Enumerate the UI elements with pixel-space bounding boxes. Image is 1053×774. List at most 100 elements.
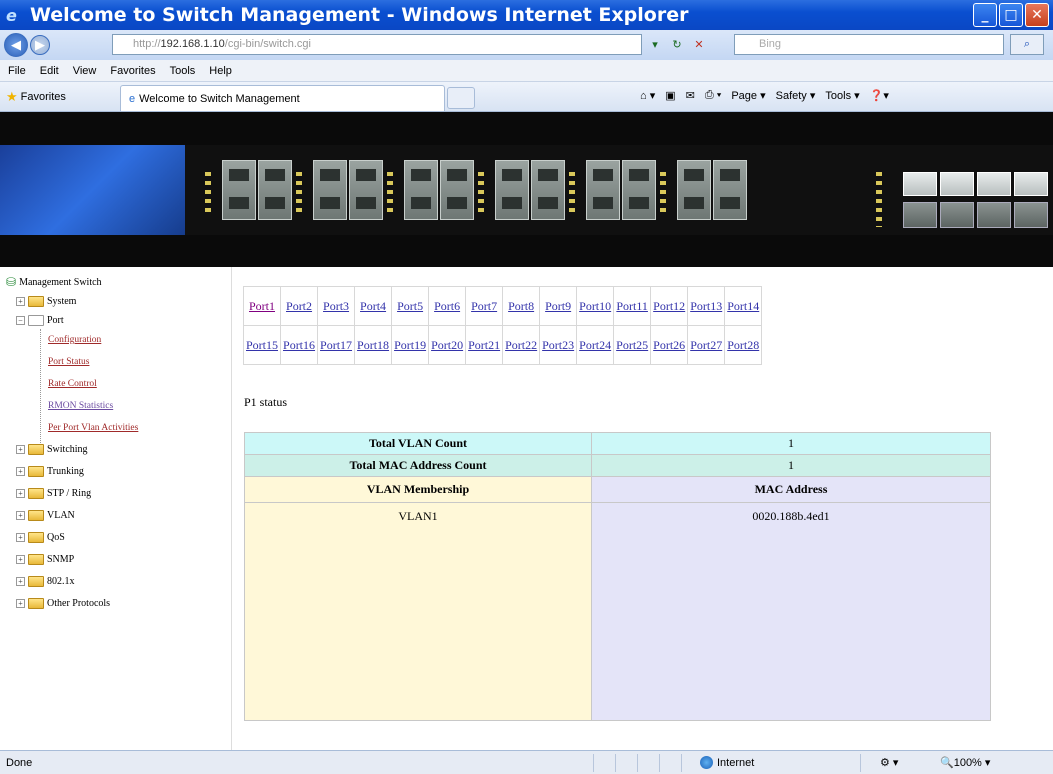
mail-icon[interactable]: ✉ — [686, 89, 695, 102]
port-link-port24[interactable]: Port24 — [579, 338, 611, 352]
port-link-port20[interactable]: Port20 — [431, 338, 463, 352]
port-link-port21[interactable]: Port21 — [468, 338, 500, 352]
maximize-button[interactable]: □ — [999, 3, 1023, 27]
new-tab-button[interactable] — [447, 87, 475, 109]
port-link-port15[interactable]: Port15 — [246, 338, 278, 352]
favorites-button[interactable]: ★ Favorites — [6, 89, 66, 105]
tree-item-other-protocols[interactable]: + Other Protocols — [16, 598, 110, 609]
port-link-port6[interactable]: Port6 — [434, 299, 460, 313]
page-menu[interactable]: Page ▾ — [731, 89, 765, 102]
minimize-button[interactable]: _ — [973, 3, 997, 27]
port-link-port26[interactable]: Port26 — [653, 338, 685, 352]
port-link-port1[interactable]: Port1 — [249, 299, 275, 313]
forward-button[interactable]: ▶ — [30, 35, 50, 55]
tree-item-vlan[interactable]: + VLAN — [16, 510, 75, 521]
port-cell: Port6 — [428, 286, 467, 326]
print-icon[interactable]: ⎙ ▾ — [705, 89, 721, 102]
port-cell: Port19 — [391, 325, 430, 365]
port-cell: Port24 — [576, 325, 615, 365]
port-link-port17[interactable]: Port17 — [320, 338, 352, 352]
folder-icon — [28, 576, 44, 587]
close-button[interactable]: ✕ — [1025, 3, 1049, 27]
tree-link-configuration[interactable]: Configuration — [48, 335, 101, 345]
safety-menu[interactable]: Safety ▾ — [776, 89, 816, 102]
port-cell: Port4 — [354, 286, 393, 326]
menu-file[interactable]: File — [8, 65, 26, 77]
status-bar: Done Internet ⚙ ▾ 🔍100% ▾ — [0, 750, 1053, 774]
port-link-port9[interactable]: Port9 — [545, 299, 571, 313]
port-link-port2[interactable]: Port2 — [286, 299, 312, 313]
port-link-port4[interactable]: Port4 — [360, 299, 386, 313]
port-link-port28[interactable]: Port28 — [727, 338, 759, 352]
tree-link-per-port-vlan[interactable]: Per Port Vlan Activities — [48, 423, 138, 433]
port-link-port23[interactable]: Port23 — [542, 338, 574, 352]
port-link-port22[interactable]: Port22 — [505, 338, 537, 352]
ie-window: e Welcome to Switch Management - Windows… — [0, 0, 1053, 774]
port-cell: Port5 — [391, 286, 430, 326]
port-link-port12[interactable]: Port12 — [653, 299, 685, 313]
search-input[interactable]: Bing — [734, 34, 1004, 55]
port-cell: Port10 — [576, 286, 615, 326]
port-link-port14[interactable]: Port14 — [727, 299, 759, 313]
port-link-port19[interactable]: Port19 — [394, 338, 426, 352]
feeds-icon[interactable]: ▣ — [665, 89, 675, 102]
back-button[interactable]: ◀ — [4, 33, 28, 57]
port-group-2 — [313, 160, 383, 220]
management-tree: ⛁ Management Switch + System − Port Configu… — [0, 267, 232, 750]
tools-menu[interactable]: Tools ▾ — [825, 89, 859, 102]
status-text: Done — [6, 756, 33, 769]
protected-mode-icon[interactable]: ⚙ ▾ — [880, 756, 898, 769]
home-icon[interactable]: ⌂ ▾ — [640, 89, 655, 102]
browser-tab[interactable]: e Welcome to Switch Management — [120, 85, 445, 111]
tree-item-8021x[interactable]: +802.1x — [16, 576, 75, 587]
port-cell: Port14 — [724, 286, 763, 326]
port-cell: Port18 — [354, 325, 393, 365]
port-cell: Port21 — [465, 325, 504, 365]
star-icon: ★ — [6, 88, 18, 104]
port-cell: Port13 — [687, 286, 726, 326]
port-cell: Port15 — [242, 325, 282, 365]
port-status-table: Total VLAN Count 1 Total MAC Address Coun… — [244, 432, 991, 721]
port-link-port25[interactable]: Port25 — [616, 338, 648, 352]
stop-icon[interactable]: ✕ — [690, 35, 708, 53]
tree-item-trunking[interactable]: + Trunking — [16, 466, 84, 477]
help-icon[interactable]: ❓▾ — [870, 89, 889, 102]
port-link-port5[interactable]: Port5 — [397, 299, 423, 313]
menu-view[interactable]: View — [73, 65, 97, 77]
menu-edit[interactable]: Edit — [40, 65, 59, 77]
tree-link-rmon-statistics[interactable]: RMON Statistics — [48, 401, 113, 411]
vlan-membership-header: VLAN Membership — [244, 476, 592, 503]
tree-link-port-status[interactable]: Port Status — [48, 357, 89, 367]
port-cell: Port28 — [724, 325, 763, 365]
port-link-port13[interactable]: Port13 — [690, 299, 722, 313]
refresh-icon[interactable]: ↻ — [668, 35, 686, 53]
port-link-port10[interactable]: Port10 — [579, 299, 611, 313]
switch-banner — [0, 112, 1053, 267]
tree-item-switching[interactable]: + Switching — [16, 444, 88, 455]
folder-icon — [28, 296, 44, 307]
port-link-port16[interactable]: Port16 — [283, 338, 315, 352]
menu-tools[interactable]: Tools — [170, 65, 196, 77]
port-cell: Port7 — [465, 286, 504, 326]
search-button[interactable]: ⌕ — [1010, 34, 1044, 55]
tree-item-system[interactable]: + System — [16, 296, 76, 307]
port-link-port8[interactable]: Port8 — [508, 299, 534, 313]
port-cell: Port26 — [650, 325, 689, 365]
port-link-port11[interactable]: Port11 — [616, 299, 648, 313]
tree-item-stp-ring[interactable]: + STP / Ring — [16, 488, 91, 499]
port-link-port3[interactable]: Port3 — [323, 299, 349, 313]
zoom-level[interactable]: 🔍100% ▾ — [940, 756, 990, 769]
menu-favorites[interactable]: Favorites — [110, 65, 155, 77]
dropdown-icon[interactable]: ▾ — [646, 35, 664, 53]
tree-item-qos[interactable]: + QoS — [16, 532, 65, 543]
port-cell: Port20 — [428, 325, 467, 365]
port-link-port7[interactable]: Port7 — [471, 299, 497, 313]
port-link-port18[interactable]: Port18 — [357, 338, 389, 352]
tree-item-port[interactable]: − Port — [16, 315, 64, 326]
menu-help[interactable]: Help — [209, 65, 232, 77]
tree-link-rate-control[interactable]: Rate Control — [48, 379, 97, 389]
tree-item-snmp[interactable]: + SNMP — [16, 554, 74, 565]
port-link-port27[interactable]: Port27 — [690, 338, 722, 352]
address-bar[interactable]: http://192.168.1.10/cgi-bin/switch.cgi — [112, 34, 642, 55]
tree-root[interactable]: ⛁ Management Switch — [6, 275, 102, 290]
